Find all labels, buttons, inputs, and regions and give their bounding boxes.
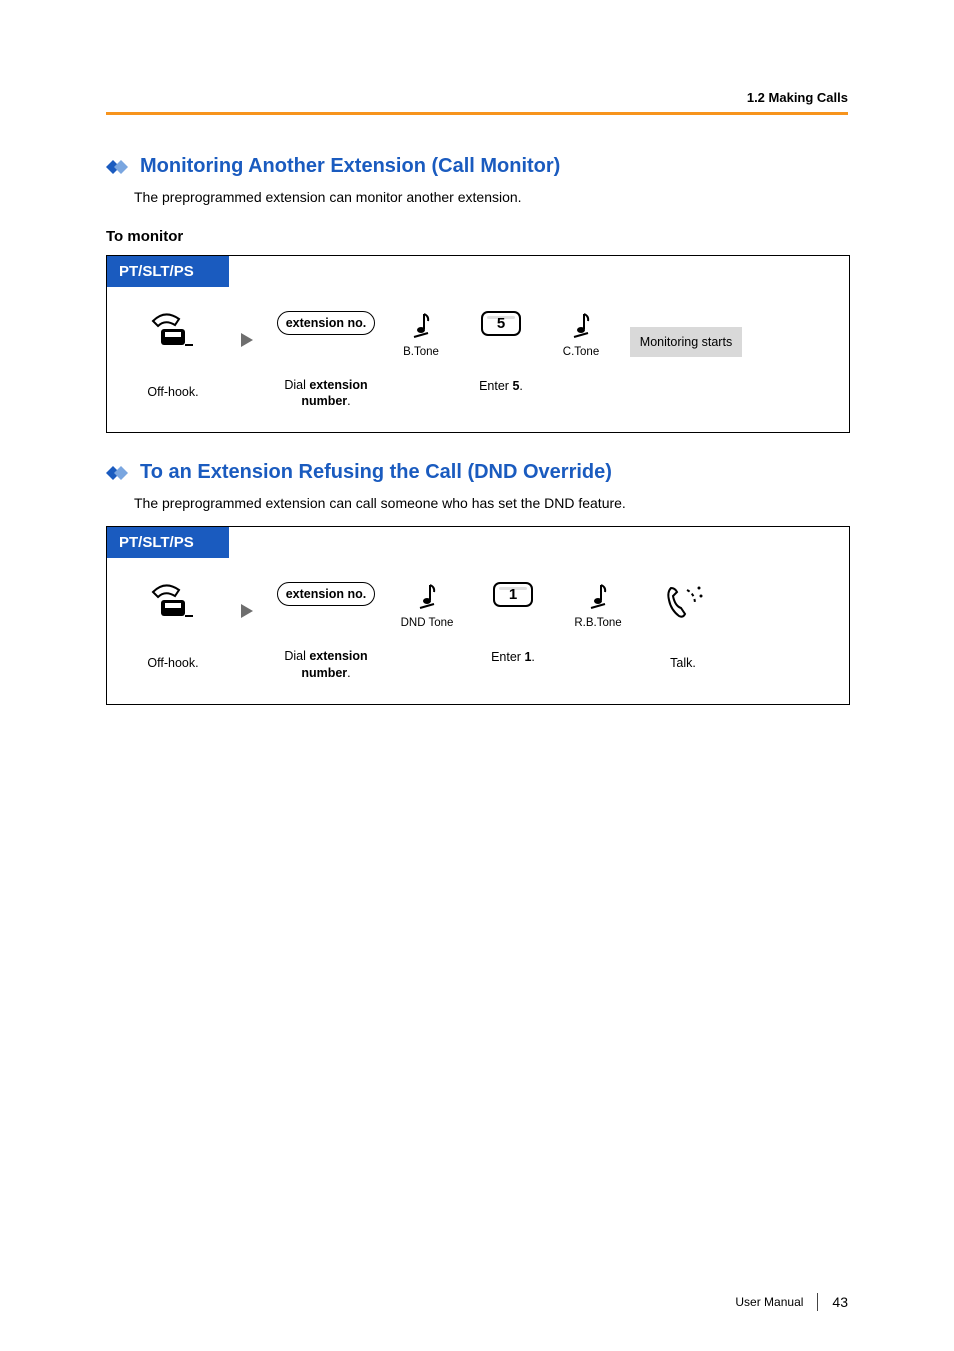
keypad-key-1: 1 <box>493 582 533 607</box>
breadcrumb: 1.2 Making Calls <box>747 90 848 105</box>
music-note-icon <box>416 582 438 615</box>
diagram-dnd-override: PT/SLT/PS Off-hook. extensi <box>106 526 850 705</box>
handset-talk-icon <box>661 582 705 627</box>
extension-number-box: extension no. <box>277 582 376 606</box>
ctone-label: C.Tone <box>563 346 599 358</box>
section-title-call-monitor: Monitoring Another Extension (Call Monit… <box>140 155 560 178</box>
talk-label: Talk. <box>670 655 696 672</box>
section1-subhead: To monitor <box>106 228 848 245</box>
device-tab: PT/SLT/PS <box>107 527 229 558</box>
monitoring-starts-box: Monitoring starts <box>630 327 742 357</box>
extension-number-box: extension no. <box>277 311 376 335</box>
phone-offhook-icon <box>145 582 201 627</box>
footer-manual-label: User Manual <box>735 1295 803 1309</box>
keypad-key-5: 5 <box>481 311 521 336</box>
music-note-icon <box>410 311 432 344</box>
section1-intro: The preprogrammed extension can monitor … <box>134 188 848 208</box>
offhook-label: Off-hook. <box>147 384 198 401</box>
diamond-bullet-icon <box>106 160 132 174</box>
dial-extension-label: Dial extension number. <box>271 648 381 682</box>
section2-intro: The preprogrammed extension can call som… <box>134 494 848 514</box>
arrow-right-icon <box>239 602 255 625</box>
btone-label: B.Tone <box>403 346 439 358</box>
diamond-bullet-icon <box>106 466 132 480</box>
music-note-icon <box>570 311 592 344</box>
enter-5-label: Enter 5. <box>479 378 523 395</box>
header-rule <box>106 112 848 115</box>
device-tab: PT/SLT/PS <box>107 256 229 287</box>
offhook-label: Off-hook. <box>147 655 198 672</box>
enter-1-label: Enter 1. <box>491 649 535 666</box>
page-footer: User Manual 43 <box>735 1293 848 1311</box>
footer-divider <box>817 1293 818 1311</box>
diagram-call-monitor: PT/SLT/PS Off-hook. extensi <box>106 255 850 434</box>
rb-tone-label: R.B.Tone <box>574 617 621 629</box>
dial-extension-label: Dial extension number. <box>271 377 381 411</box>
arrow-right-icon <box>239 331 255 354</box>
music-note-icon <box>587 582 609 615</box>
phone-offhook-icon <box>145 311 201 356</box>
section-title-dnd-override: To an Extension Refusing the Call (DND O… <box>140 461 612 484</box>
footer-page-number: 43 <box>832 1294 848 1310</box>
dnd-tone-label: DND Tone <box>401 617 454 629</box>
